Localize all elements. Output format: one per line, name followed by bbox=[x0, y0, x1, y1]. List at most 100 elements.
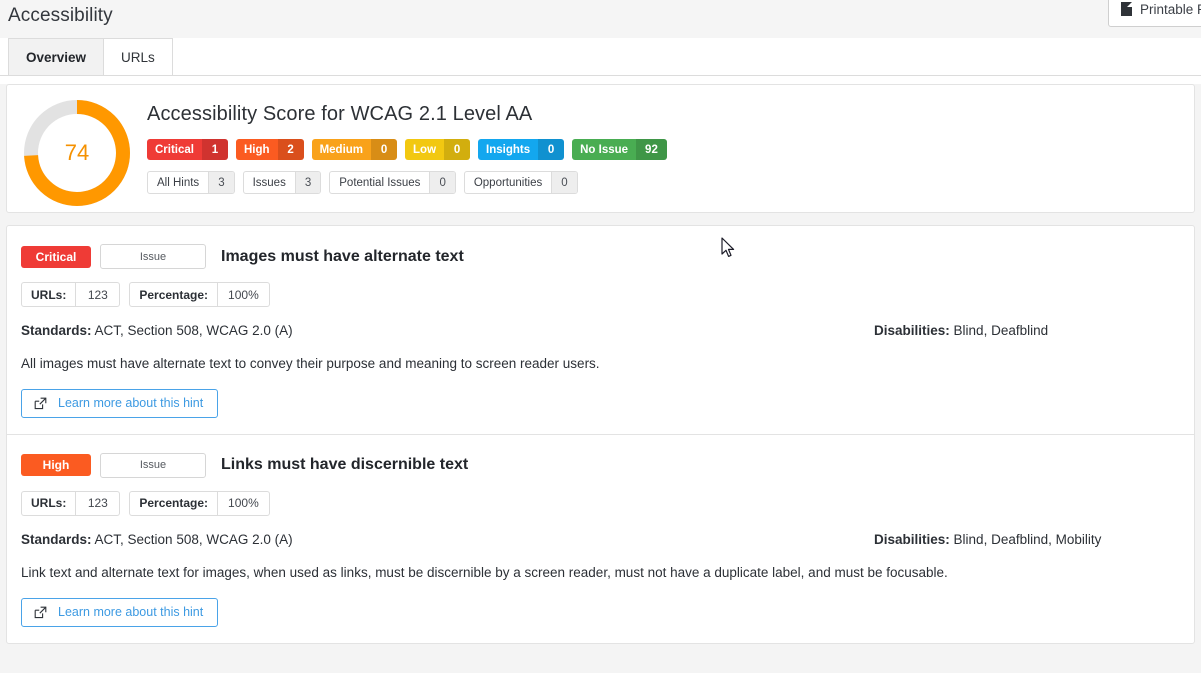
severity-badge-count: 0 bbox=[538, 139, 565, 160]
severity-badge-count: 1 bbox=[202, 139, 228, 160]
filter-badge-issues[interactable]: Issues 3 bbox=[242, 171, 322, 194]
issue-header: Critical Issue Images must have alternate … bbox=[21, 244, 1180, 269]
tab-urls-label: URLs bbox=[121, 49, 155, 65]
issue-title: Images must have alternate text bbox=[221, 247, 464, 265]
issue-urls-stat: URLs: 123 bbox=[21, 282, 121, 307]
issue-standards: Standards: ACT, Section 508, WCAG 2.0 (A… bbox=[21, 532, 874, 547]
issue-urls-stat: URLs: 123 bbox=[21, 490, 121, 516]
issue-percentage-stat: Percentage: 100% bbox=[129, 490, 270, 516]
severity-badge-label: Medium bbox=[319, 143, 364, 156]
issue-percentage-value: 100% bbox=[217, 283, 269, 306]
document-icon bbox=[1121, 2, 1132, 16]
issue-priority-badge[interactable]: High bbox=[21, 454, 91, 477]
severity-badge-no-issue[interactable]: No Issue 92 bbox=[572, 139, 667, 160]
severity-badge-label: High bbox=[244, 143, 270, 156]
severity-badge-count: 0 bbox=[444, 139, 471, 160]
printable-pdf-button[interactable]: Printable PDF bbox=[1108, 0, 1201, 27]
learn-more-button[interactable]: Learn more about this hint bbox=[21, 388, 219, 418]
accessibility-score-card: 74 Accessibility Score for WCAG 2.1 Leve… bbox=[6, 84, 1195, 213]
filter-badge-potential-issues[interactable]: Potential Issues 0 bbox=[329, 171, 456, 194]
issue-stat-row: URLs: 123 Percentage: 100% bbox=[21, 490, 1180, 516]
filter-badge-label: Issues bbox=[252, 176, 286, 189]
issue-type-label: Issue bbox=[139, 250, 167, 263]
filter-badge-count: 0 bbox=[551, 172, 577, 193]
issue-meta-row: Standards: ACT, Section 508, WCAG 2.0 (A… bbox=[21, 532, 1180, 547]
filter-badge-label: Potential Issues bbox=[339, 176, 421, 189]
issue-standards-label: Standards: bbox=[21, 323, 92, 338]
learn-more-button[interactable]: Learn more about this hint bbox=[21, 597, 219, 627]
severity-badge-high[interactable]: High 2 bbox=[236, 139, 304, 160]
issue-urls-value: 123 bbox=[75, 491, 119, 515]
issue-title: Links must have discernible text bbox=[221, 456, 469, 474]
severity-badge-count: 0 bbox=[371, 139, 398, 160]
page-body: 74 Accessibility Score for WCAG 2.1 Leve… bbox=[0, 84, 1201, 673]
filter-badge-opportunities[interactable]: Opportunities 0 bbox=[463, 171, 578, 194]
tab-urls[interactable]: URLs bbox=[103, 38, 173, 75]
issue-standards: Standards: ACT, Section 508, WCAG 2.0 (A… bbox=[21, 323, 874, 338]
severity-badge-critical[interactable]: Critical 1 bbox=[147, 139, 228, 160]
issue-header: High Issue Links must have discernible tex… bbox=[21, 452, 1180, 478]
filter-badge-label: All Hints bbox=[157, 176, 200, 189]
issue-priority-badge[interactable]: Critical bbox=[21, 245, 91, 268]
severity-badge-insights[interactable]: Insights 0 bbox=[478, 139, 565, 160]
issue-item: Critical Issue Images must have alternate … bbox=[7, 226, 1194, 434]
page-title: Accessibility bbox=[8, 5, 113, 26]
score-gauge-wrapper: 74 bbox=[7, 95, 147, 209]
issue-priority-label: High bbox=[42, 458, 70, 473]
score-value: 74 bbox=[64, 140, 90, 165]
learn-more-label: Learn more about this hint bbox=[58, 396, 204, 411]
issue-urls-label: URLs: bbox=[31, 287, 67, 302]
issue-urls-value: 123 bbox=[75, 283, 119, 306]
tab-overview-label: Overview bbox=[26, 49, 87, 65]
severity-badge-label: Low bbox=[413, 143, 437, 156]
issue-stat-row: URLs: 123 Percentage: 100% bbox=[21, 282, 1180, 307]
severity-badge-label: Critical bbox=[155, 143, 194, 156]
external-link-icon bbox=[34, 606, 47, 619]
severity-badge-label: No Issue bbox=[580, 143, 629, 156]
top-header-bar: Accessibility Printable PDF bbox=[0, 0, 1201, 38]
issue-disabilities: Disabilities: Blind, Deafblind, Mobility bbox=[874, 532, 1180, 547]
issue-disabilities-value: Blind, Deafblind, Mobility bbox=[953, 531, 1102, 547]
issue-percentage-label: Percentage: bbox=[139, 496, 209, 511]
issue-percentage-stat: Percentage: 100% bbox=[129, 282, 270, 307]
issue-disabilities: Disabilities: Blind, Deafblind bbox=[874, 323, 1180, 338]
issue-standards-value: ACT, Section 508, WCAG 2.0 (A) bbox=[94, 531, 293, 547]
issue-description: All images must have alternate text to c… bbox=[21, 356, 600, 371]
severity-badge-label: Insights bbox=[486, 143, 531, 156]
score-card-main: Accessibility Score for WCAG 2.1 Level A… bbox=[147, 95, 1194, 205]
filter-badge-label: Opportunities bbox=[473, 176, 543, 189]
filter-badge-all-hints[interactable]: All Hints 3 bbox=[147, 171, 235, 194]
issue-standards-value: ACT, Section 508, WCAG 2.0 (A) bbox=[94, 323, 293, 338]
tab-bar: Overview URLs bbox=[0, 38, 1201, 76]
issue-disabilities-value: Blind, Deafblind bbox=[953, 323, 1049, 338]
filter-badge-count: 3 bbox=[294, 172, 321, 193]
issue-priority-label: Critical bbox=[35, 249, 77, 264]
issue-disabilities-label: Disabilities: bbox=[874, 531, 950, 547]
severity-badge-count: 92 bbox=[636, 139, 667, 160]
issue-urls-label: URLs: bbox=[31, 496, 67, 511]
tab-overview[interactable]: Overview bbox=[8, 38, 105, 75]
issue-item: High Issue Links must have discernible tex… bbox=[7, 433, 1194, 643]
printable-pdf-label: Printable PDF bbox=[1140, 1, 1201, 17]
issue-type-badge[interactable]: Issue bbox=[100, 452, 206, 478]
score-heading: Accessibility Score for WCAG 2.1 Level A… bbox=[147, 103, 533, 125]
score-gauge: 74 bbox=[21, 97, 133, 209]
issue-percentage-value: 100% bbox=[217, 491, 269, 515]
issue-type-label: Issue bbox=[139, 459, 167, 472]
issue-disabilities-label: Disabilities: bbox=[874, 323, 950, 338]
severity-badge-low[interactable]: Low 0 bbox=[405, 139, 471, 160]
issue-type-badge[interactable]: Issue bbox=[100, 244, 206, 269]
issue-percentage-label: Percentage: bbox=[139, 287, 209, 302]
learn-more-label: Learn more about this hint bbox=[58, 605, 204, 620]
filter-badge-count: 3 bbox=[208, 172, 234, 193]
issues-card: Critical Issue Images must have alternate … bbox=[6, 225, 1195, 644]
issue-meta-row: Standards: ACT, Section 508, WCAG 2.0 (A… bbox=[21, 323, 1180, 338]
tab-bar-filler bbox=[171, 39, 1201, 76]
filter-badge-count: 0 bbox=[429, 172, 455, 193]
severity-badge-row: Critical 1 High 2 Medium 0 Low 0 Insights 0 No Iss… bbox=[147, 139, 1194, 160]
severity-badge-medium[interactable]: Medium 0 bbox=[311, 139, 398, 160]
severity-badge-count: 2 bbox=[277, 139, 304, 160]
external-link-icon bbox=[34, 397, 47, 410]
issue-standards-label: Standards: bbox=[21, 531, 92, 547]
issue-description: Link text and alternate text for images,… bbox=[21, 564, 948, 580]
